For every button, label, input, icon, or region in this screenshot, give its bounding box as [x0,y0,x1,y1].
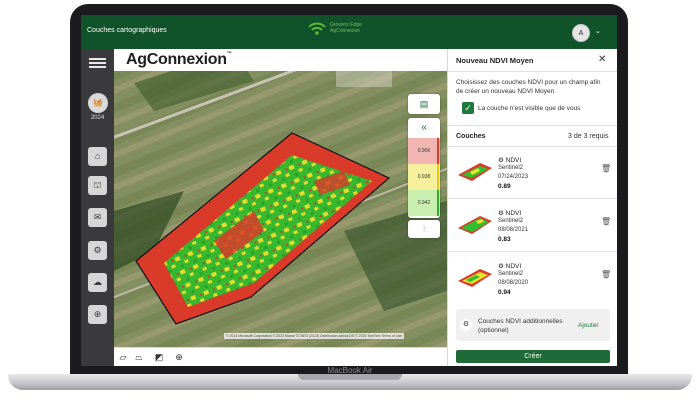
ndvi-layer-item[interactable]: ⚙ NDVI Sentinel2 08/08/2021 0.83 🗑 [448,202,617,248]
ndvi-legend: « 0.906 0.938 0.942 [408,118,440,218]
ndvi-thumbnail [458,163,492,181]
draw-polygon-icon[interactable]: ◩ [152,351,166,364]
logo-text: Growers Edge AgConnexion [330,22,362,34]
layers-toggle-button[interactable]: ▤ [408,94,440,114]
locate-crosshair-icon[interactable]: ⊕ [172,351,186,364]
required-count: 3 de 3 requis [568,133,609,140]
season-year: 2024 [90,115,105,121]
collapse-legend-icon[interactable]: « [408,118,440,138]
ndvi-thumbnail [458,269,492,287]
close-icon[interactable]: ✕ [598,54,606,65]
inbox-icon[interactable]: ✉ [88,208,107,227]
add-layer-button[interactable]: Ajouter [578,322,599,329]
home-icon[interactable]: ⌂ [88,147,107,166]
brand-bar: AgConnexion™ [114,49,447,71]
layer-type: ⚙ NDVI [498,263,522,270]
chevron-down-icon[interactable]: ⌄ [595,27,601,35]
visibility-checkbox[interactable]: ✓ [462,102,474,114]
menu-icon[interactable] [89,58,106,70]
app-screen: Couches cartographiques Growers Edge AgC… [81,15,617,366]
avatar[interactable]: A [572,24,590,42]
divider [448,71,617,72]
layer-type: ⚙ NDVI [498,157,522,164]
divider [448,198,617,199]
divider [448,125,617,126]
brand-logo: AgConnexion™ [126,51,232,68]
wifi-logo-icon [308,22,326,35]
layer-type: ⚙ NDVI [498,210,522,217]
layer-date: 07/24/2023 [498,174,529,180]
satellite-map[interactable]: © 2024 Microsoft Corporation © 2023 Maxa… [114,71,447,347]
satellite-icon: ⚙ [460,319,472,331]
map-toolbar: ▱ ⏢ ◩ ⊕ [114,347,447,366]
divider [448,146,617,147]
layer-value: 0.89 [498,183,511,190]
ndvi-layer-item[interactable]: ⚙ NDVI Sentinel2 07/24/2023 0.89 🗑 [448,149,617,195]
layer-date: 08/08/2020 [498,280,529,286]
layer-source: Sentinel2 [498,271,524,277]
barn-icon[interactable]: ⛫ [88,176,107,195]
ndvi-layer-item[interactable]: ⚙ NDVI Sentinel2 08/08/2020 0.94 🗑 [448,255,617,301]
draw-trapezoid-icon[interactable]: ⏢ [132,351,146,364]
weather-icon[interactable]: ☁ [88,273,107,292]
layer-value: 0.94 [498,289,511,296]
checkbox-label: La couche n'est visible que de vous [478,105,581,112]
layer-date: 08/08/2021 [498,227,529,233]
layers-section-label: Couches [456,133,486,140]
additional-layers-label: Couches NDVI additionnelles (optionnel) [478,318,563,334]
growers-edge-logo: Growers Edge AgConnexion [307,20,376,36]
panel-title: Nouveau NDVI Moyen [456,56,534,65]
ndvi-average-panel: Nouveau NDVI Moyen ✕ Choisissez des couc… [447,49,617,366]
tractor-icon[interactable]: ⚙ [88,241,107,260]
layer-source: Sentinel2 [498,165,524,171]
legend-band: 0.906 [408,138,440,164]
trash-icon[interactable]: 🗑 [601,164,611,173]
legend-band: 0.942 [408,190,440,216]
device-model-label: MacBook Air [327,366,373,375]
layer-source: Sentinel2 [498,218,524,224]
ndvi-thumbnail [458,216,492,234]
sidebar: 🧺 2024 ⌂ ⛫ ✉ ⚙ ☁ ⊕ [81,49,114,366]
trash-icon[interactable]: 🗑 [601,270,611,279]
map-copyright: © 2024 Microsoft Corporation © 2023 Maxa… [224,333,405,339]
legend-band: 0.938 [408,164,440,190]
trash-icon[interactable]: 🗑 [601,217,611,226]
panel-description: Choisissez des couches NDVI pour un cham… [456,79,601,95]
filter-sliders-icon[interactable]: ⫶ [408,220,440,238]
app-title: Couches cartographiques [87,27,167,34]
layer-value: 0.83 [498,236,511,243]
draw-rectangle-icon[interactable]: ▱ [116,351,130,364]
top-bar: Couches cartographiques Growers Edge AgC… [81,15,617,49]
map-canvas[interactable] [114,71,447,347]
season-basket-icon[interactable]: 🧺 [88,93,108,113]
divider [448,251,617,252]
location-target-icon[interactable]: ⊕ [88,305,107,324]
additional-layers-row: ⚙ Couches NDVI additionnelles (optionnel… [456,309,610,341]
create-button[interactable]: Créer [456,350,610,363]
